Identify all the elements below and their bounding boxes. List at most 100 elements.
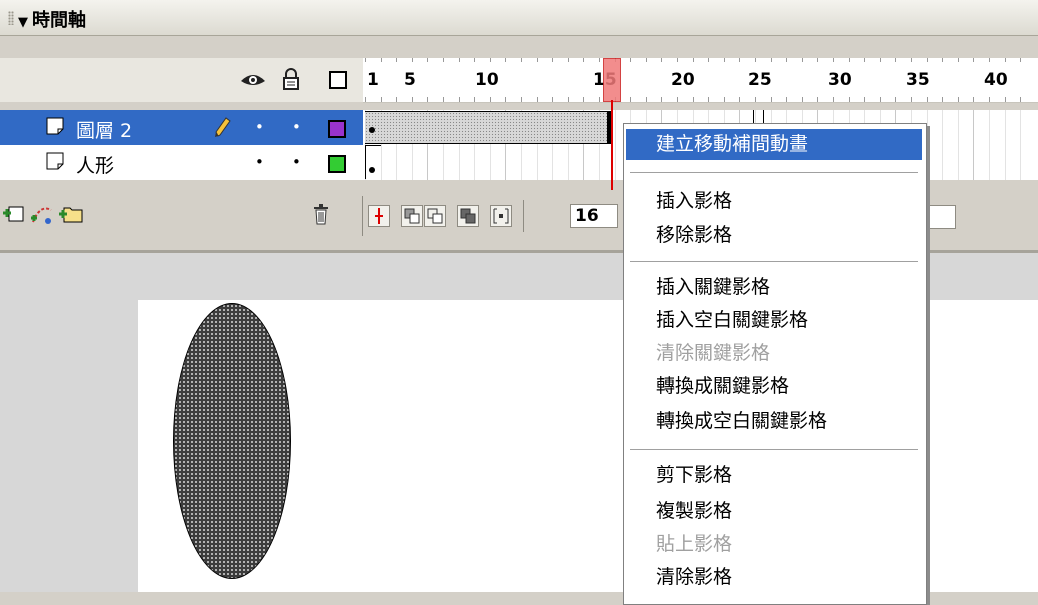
ruler-tick xyxy=(490,58,491,62)
ruler-tick xyxy=(474,97,475,102)
insert-layer-folder-icon[interactable] xyxy=(58,202,84,226)
frame-ruler[interactable]: 1 5 10 15 20 25 30 35 40 xyxy=(363,58,1038,103)
menu-clear-frames[interactable]: 清除影格 xyxy=(626,562,922,593)
ruler-tick xyxy=(427,58,428,62)
ruler-tick xyxy=(771,97,772,102)
frame-rate-field[interactable] xyxy=(926,205,956,229)
ruler-tick xyxy=(989,97,990,102)
menu-convert-to-blank-keyframes[interactable]: 轉換成空白關鍵影格 xyxy=(626,406,922,437)
ruler-tick xyxy=(895,97,896,102)
toolbar-divider xyxy=(523,200,524,232)
keyframe-marker[interactable] xyxy=(369,167,375,173)
menu-clear-keyframe: 清除關鍵影格 xyxy=(656,342,771,364)
ruler-tick xyxy=(412,58,413,62)
edit-multiple-frames-icon[interactable] xyxy=(457,205,479,227)
visibility-dot[interactable]: • xyxy=(255,118,264,136)
ruler-label: 20 xyxy=(671,70,695,90)
outline-color-swatch[interactable] xyxy=(328,120,346,138)
ruler-tick xyxy=(661,97,662,102)
ruler-tick xyxy=(630,58,631,62)
layer-icon xyxy=(46,117,64,135)
ruler-tick xyxy=(490,97,491,102)
panel-grip-handle[interactable] xyxy=(8,11,14,25)
lock-dot[interactable]: • xyxy=(292,153,301,171)
ruler-tick xyxy=(958,97,959,102)
center-frame-icon[interactable] xyxy=(368,205,390,227)
insert-layer-icon[interactable] xyxy=(2,204,26,226)
ruler-tick xyxy=(599,97,600,102)
outline-square-icon[interactable] xyxy=(329,71,347,89)
timeline-collapse-toggle[interactable]: ▼ 時間軸 xyxy=(18,6,86,32)
layer-name[interactable]: 圖層 2 xyxy=(76,116,132,143)
ruler-tick xyxy=(927,97,928,102)
ruler-tick xyxy=(771,58,772,62)
ruler-label: 25 xyxy=(748,70,772,90)
ruler-tick xyxy=(661,58,662,62)
ruler-tick xyxy=(739,97,740,102)
ruler-tick xyxy=(677,58,678,62)
ruler-tick xyxy=(443,97,444,102)
menu-insert-keyframe[interactable]: 插入關鍵影格 xyxy=(626,272,922,303)
menu-cut-frames[interactable]: 剪下影格 xyxy=(626,460,922,491)
frame-column-line xyxy=(973,110,974,180)
frame-span-border xyxy=(365,145,366,179)
collapse-arrow-icon: ▼ xyxy=(18,15,28,30)
frame-marker xyxy=(763,110,764,124)
menu-remove-frames[interactable]: 移除影格 xyxy=(626,220,922,251)
onion-skin-icon[interactable] xyxy=(401,205,423,227)
ruler-tick xyxy=(849,97,850,102)
ruler-tick xyxy=(708,97,709,102)
ellipse-shape[interactable] xyxy=(173,303,291,579)
visibility-dot[interactable]: • xyxy=(255,153,264,171)
ruler-tick xyxy=(989,58,990,62)
onion-markers-glyph xyxy=(493,208,509,224)
ruler-tick xyxy=(693,58,694,62)
menu-insert-blank-keyframe[interactable]: 插入空白關鍵影格 xyxy=(626,305,922,336)
ruler-tick xyxy=(724,58,725,62)
playhead-marker[interactable] xyxy=(603,58,621,102)
ruler-tick xyxy=(427,97,428,102)
ruler-tick xyxy=(630,97,631,102)
playhead-line xyxy=(611,100,613,190)
current-frame-field[interactable]: 16 xyxy=(570,204,618,228)
onion-skin-outlines-icon[interactable] xyxy=(424,205,446,227)
layer-name[interactable]: 人形 xyxy=(76,151,114,178)
menu-convert-to-keyframes[interactable]: 轉換成關鍵影格 xyxy=(626,371,922,402)
layer-column-header xyxy=(0,58,363,102)
frame-span-layer2[interactable] xyxy=(365,111,613,144)
ruler-tick xyxy=(505,97,506,102)
ruler-tick xyxy=(459,97,460,102)
ruler-label: 1 xyxy=(367,70,379,90)
ruler-tick xyxy=(537,97,538,102)
ruler-tick xyxy=(817,58,818,62)
menu-copy-frames[interactable]: 複製影格 xyxy=(626,496,922,527)
ruler-tick xyxy=(365,58,366,62)
ruler-tick xyxy=(833,97,834,102)
lock-icon[interactable] xyxy=(282,68,300,90)
frame-column-line xyxy=(615,110,616,180)
ruler-tick xyxy=(552,97,553,102)
layer-toolbar xyxy=(0,196,363,236)
ruler-tick xyxy=(973,58,974,62)
onion-skin-glyph xyxy=(404,208,420,224)
layer-row-human[interactable]: 人形 • • xyxy=(0,145,363,180)
trash-icon[interactable] xyxy=(312,204,330,226)
keyframe-marker[interactable] xyxy=(369,127,375,133)
ruler-tick xyxy=(599,58,600,62)
menu-insert-frame[interactable]: 插入影格 xyxy=(626,186,922,217)
ruler-tick xyxy=(583,58,584,62)
pencil-icon xyxy=(215,117,231,137)
modify-onion-markers-icon[interactable] xyxy=(490,205,512,227)
ruler-tick xyxy=(583,97,584,102)
onion-outline-glyph xyxy=(427,208,443,224)
ruler-tick xyxy=(381,97,382,102)
ruler-tick xyxy=(1020,58,1021,62)
menu-create-motion-tween[interactable]: 建立移動補間動畫 xyxy=(626,129,922,160)
eye-icon[interactable] xyxy=(240,71,266,89)
ruler-tick xyxy=(568,97,569,102)
ruler-label: 40 xyxy=(984,70,1008,90)
lock-dot[interactable]: • xyxy=(292,118,301,136)
add-motion-guide-icon[interactable] xyxy=(30,204,54,226)
layer-row-layer2[interactable]: 圖層 2 • • xyxy=(0,110,363,145)
outline-color-swatch[interactable] xyxy=(328,155,346,173)
